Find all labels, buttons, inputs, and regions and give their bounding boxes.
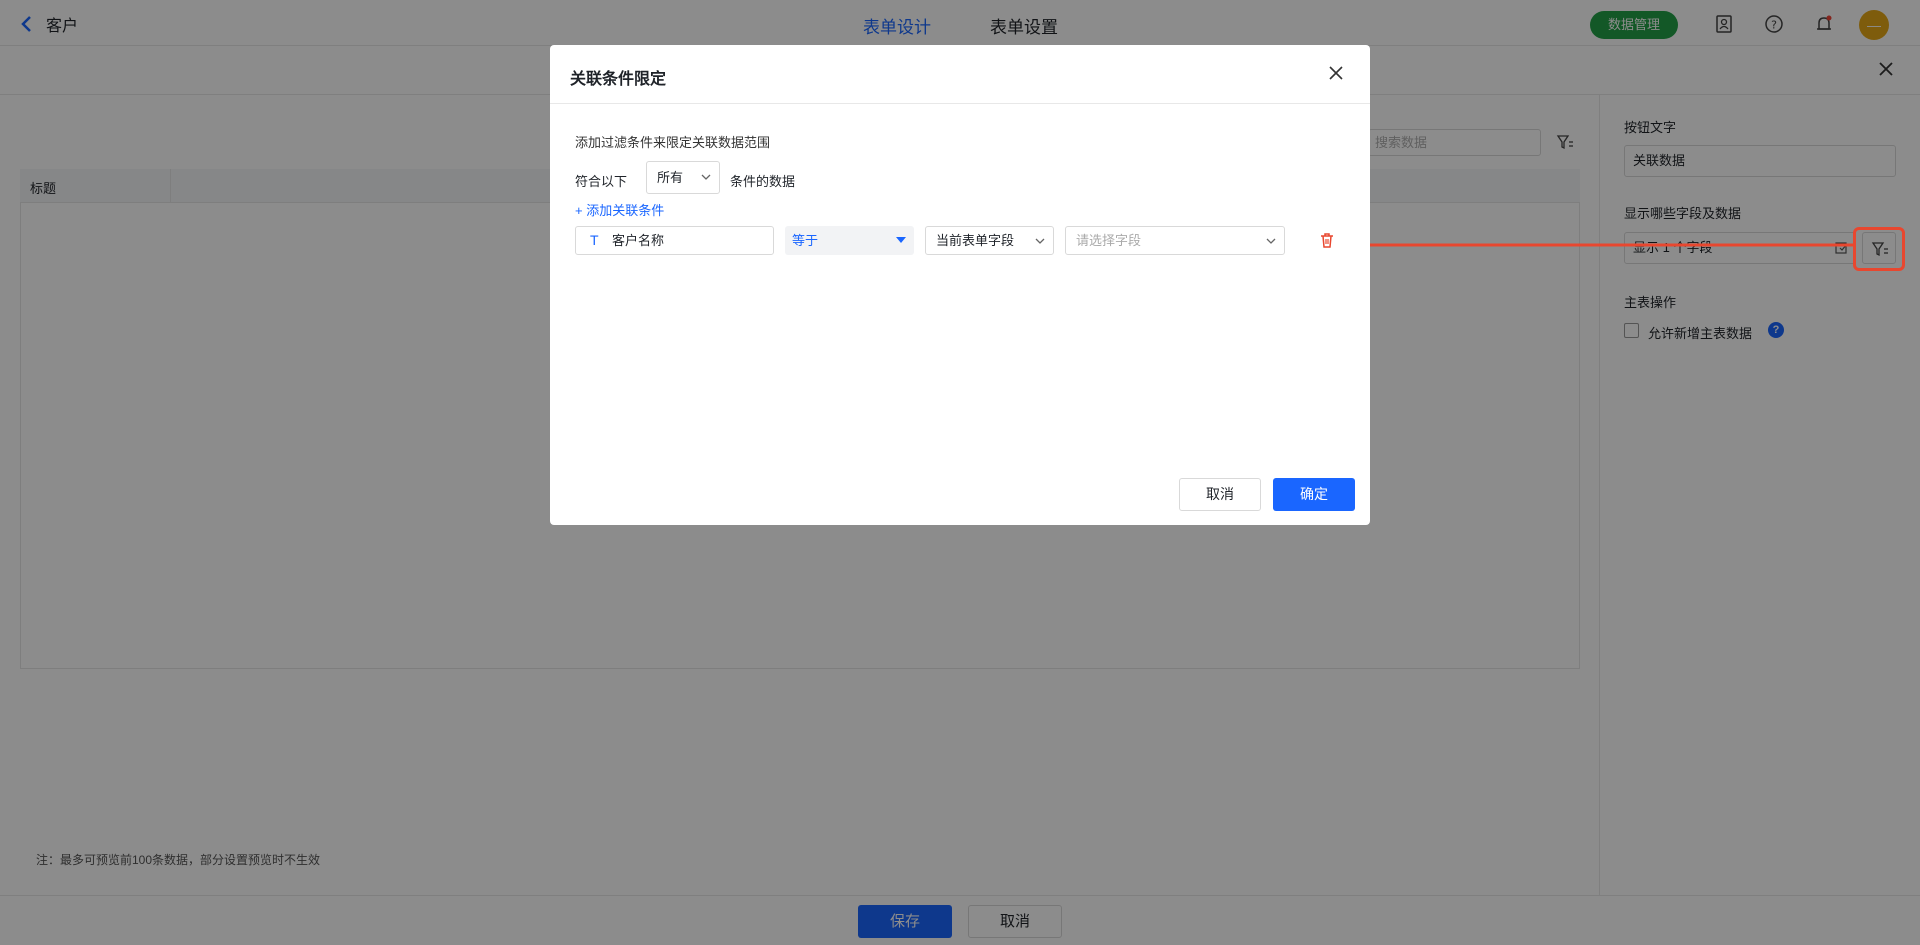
condition-operator-value: 等于 <box>792 233 819 248</box>
highlight-box <box>1853 227 1905 271</box>
chevron-down-icon <box>701 174 711 180</box>
condition-field-input[interactable]: T 客户名称 <box>575 226 774 255</box>
trash-icon[interactable] <box>1318 231 1336 249</box>
match-mode-value: 所有 <box>657 170 684 185</box>
chevron-down-icon <box>1035 238 1045 244</box>
condition-modal: 关联条件限定 添加过滤条件来限定关联数据范围 符合以下 所有 条件的数据 + 添… <box>550 45 1370 525</box>
chevron-down-icon <box>1266 238 1276 244</box>
modal-cancel-button[interactable]: 取消 <box>1179 478 1261 511</box>
caret-down-icon <box>896 237 906 243</box>
modal-title: 关联条件限定 <box>570 71 667 88</box>
condition-operator-select[interactable]: 等于 <box>785 226 914 255</box>
condition-value-placeholder: 请选择字段 <box>1076 233 1142 248</box>
condition-value-type-value: 当前表单字段 <box>936 233 1015 248</box>
close-icon[interactable] <box>1328 65 1344 81</box>
modal-header <box>550 45 1370 104</box>
modal-ok-button[interactable]: 确定 <box>1273 478 1355 511</box>
annotation-arrow-icon <box>1347 237 1855 253</box>
condition-value-select[interactable]: 请选择字段 <box>1065 226 1285 255</box>
condition-field-value: 客户名称 <box>612 233 665 248</box>
text-field-icon: T <box>590 232 599 248</box>
match-mode-select[interactable]: 所有 <box>646 161 720 194</box>
condition-value-type-select[interactable]: 当前表单字段 <box>925 226 1054 255</box>
add-condition-button[interactable]: + 添加关联条件 <box>575 200 664 219</box>
match-prefix-label: 符合以下 <box>575 174 628 189</box>
match-suffix-label: 条件的数据 <box>730 174 796 189</box>
modal-description: 添加过滤条件来限定关联数据范围 <box>575 135 771 150</box>
